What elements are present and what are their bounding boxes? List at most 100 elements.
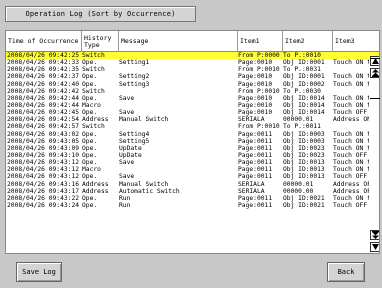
cell-time: 2008/04/26 09:43:05 — [7, 137, 80, 145]
scroll-track-marker-bottom — [370, 98, 380, 99]
cell-item1: Page:0011 — [238, 144, 273, 152]
cell-item1: SERIALA — [238, 180, 265, 188]
scroll-down-button[interactable] — [370, 242, 379, 252]
table-row[interactable]: 2008/04/26 09:43:10 Ope. UpDate Page:0011 Ob… — [6, 152, 379, 159]
table-body: 2008/04/26 09:42:25 Switch From P:0000 To P… — [6, 52, 379, 209]
table-row[interactable]: 2008/04/26 09:43:12 Ope. Save Page:0011 Obj … — [6, 173, 379, 180]
cell-item2: Obj ID:0002 — [283, 80, 325, 88]
cell-item2: Obj ID:0003 — [283, 130, 325, 138]
cell-time: 2008/04/26 09:42:25 — [7, 52, 80, 59]
table-row[interactable]: 2008/04/26 09:42:44 Ope. Save Page:0010 Obj … — [6, 95, 379, 102]
cell-time: 2008/04/26 09:43:09 — [7, 144, 80, 152]
cell-time: 2008/04/26 09:43:24 — [7, 201, 80, 209]
cell-item1: Page:0011 — [238, 173, 273, 181]
table-row[interactable]: 2008/04/26 09:42:37 Ope. Setting2 Page:0010… — [6, 73, 379, 80]
cell-history-type: Ope. — [82, 73, 98, 81]
cell-item2: Obj ID:0014 — [283, 94, 325, 102]
cell-history-type: Ope. — [82, 59, 98, 67]
table-row[interactable]: 2008/04/26 09:43:22 Ope. Run Page:0011 Obj I… — [6, 195, 379, 202]
page-down-button[interactable] — [370, 230, 379, 240]
col-header-history-type: History Type — [82, 31, 119, 52]
cell-time: 2008/04/26 09:42:35 — [7, 66, 80, 74]
cell-item2: To P.:0011 — [283, 123, 321, 131]
table-header: Time of Occurrence History Type Message … — [6, 31, 379, 52]
double-arrow-up-icon — [371, 69, 379, 77]
cell-item2: 00000.01 — [283, 116, 314, 124]
table-row[interactable]: 2008/04/26 09:42:40 Ope. Setting3 Page:0010… — [6, 81, 379, 88]
table-row[interactable]: 2008/04/26 09:42:54 Address Manual Switch S… — [6, 116, 379, 123]
cell-item1: Page:0011 — [238, 194, 273, 202]
table-row[interactable]: 2008/04/26 09:43:24 Ope. Run Page:0011 Obj I… — [6, 202, 379, 209]
cell-item3: Touch ON t — [333, 137, 369, 145]
cell-time: 2008/04/26 09:43:12 — [7, 173, 80, 181]
cell-history-type: Ope. — [82, 194, 98, 202]
cell-history-type: Switch — [82, 52, 105, 59]
cell-time: 2008/04/26 09:43:17 — [7, 187, 80, 195]
cell-item1: Page:0010 — [238, 59, 273, 67]
cell-time: 2008/04/26 09:43:02 — [7, 130, 80, 138]
table-row[interactable]: 2008/04/26 09:43:05 Ope. Setting5 Page:0011… — [6, 138, 379, 145]
cell-history-type: Ope. — [82, 144, 98, 152]
cell-item2: Obj ID:0013 — [283, 166, 325, 174]
cell-history-type: Ope. — [82, 173, 98, 181]
cell-message: Manual Switch — [119, 180, 169, 188]
cell-item2: Obj ID:0014 — [283, 101, 325, 109]
table-row[interactable]: 2008/04/26 09:43:17 Address Automatic Swit… — [6, 188, 379, 195]
cell-time: 2008/04/26 09:43:16 — [7, 180, 80, 188]
table-row[interactable]: 2008/04/26 09:42:44 Macro Page:0010 Obj ID:… — [6, 102, 379, 109]
col-header-time: Time of Occurrence — [6, 31, 82, 52]
cell-item1: Page:0011 — [238, 130, 273, 138]
cell-item1: Page:0010 — [238, 94, 273, 102]
cell-time: 2008/04/26 09:42:57 — [7, 123, 80, 131]
cell-message: Setting3 — [119, 80, 150, 88]
table-row[interactable]: 2008/04/26 09:42:33 Ope. Setting1 Page:0010… — [6, 59, 379, 66]
cell-time: 2008/04/26 09:43:22 — [7, 194, 80, 202]
cell-message: Automatic Switch — [119, 187, 180, 195]
cell-item3: Touch ON t — [333, 130, 369, 138]
cell-item2: Obj ID:0023 — [283, 151, 325, 159]
back-button[interactable]: Back — [327, 262, 365, 282]
col-header-item2: Item2 — [283, 31, 333, 52]
cell-message: Setting4 — [119, 130, 150, 138]
cell-time: 2008/04/26 09:42:54 — [7, 116, 80, 124]
arrow-down-icon — [371, 244, 379, 250]
cell-history-type: Ope. — [82, 94, 98, 102]
table-row[interactable]: 2008/04/26 09:43:02 Ope. Setting4 Page:0011… — [6, 131, 379, 138]
table-row[interactable]: 2008/04/26 09:42:45 Ope. Save Page:0010 Obj … — [6, 109, 379, 116]
scroll-track-marker-top — [370, 58, 380, 59]
table-row[interactable]: 2008/04/26 09:42:25 Switch From P:0000 To P… — [6, 52, 379, 60]
table-row[interactable]: 2008/04/26 09:43:12 Macro Page:0011 Obj ID:… — [6, 166, 379, 173]
cell-item2: Obj ID:0021 — [283, 194, 325, 202]
cell-history-type: Ope. — [82, 159, 98, 167]
cell-item1: Page:0011 — [238, 159, 273, 167]
cell-item1: Page:0011 — [238, 166, 273, 174]
page-up-button[interactable] — [370, 68, 379, 78]
cell-item1: From P:0010 — [238, 87, 280, 95]
cell-time: 2008/04/26 09:42:40 — [7, 80, 80, 88]
cell-item3: Touch ON t — [333, 194, 369, 202]
cell-item3: Touch OFF — [333, 201, 368, 209]
cell-history-type: Macro — [82, 166, 101, 174]
cell-item3: Touch ON t — [333, 101, 369, 109]
table-row[interactable]: 2008/04/26 09:43:16 Address Manual Switch S… — [6, 181, 379, 188]
cell-item1: Page:0010 — [238, 109, 273, 117]
table-row[interactable]: 2008/04/26 09:43:12 Ope. Save Page:0011 Obj … — [6, 159, 379, 166]
cell-time: 2008/04/26 09:42:42 — [7, 87, 80, 95]
save-log-button[interactable]: Save Log — [16, 262, 62, 282]
cell-message: Setting1 — [119, 59, 150, 67]
table-row[interactable]: 2008/04/26 09:42:42 Switch From P:0010 To P… — [6, 88, 379, 95]
page-title: Operation Log (Sort by Occurrence) — [5, 6, 196, 22]
table-row[interactable]: 2008/04/26 09:43:09 Ope. UpDate Page:0011 Ob… — [6, 145, 379, 152]
cell-item3: Touch OFF — [333, 151, 368, 159]
cell-message: Run — [119, 194, 131, 202]
table-row[interactable]: 2008/04/26 09:42:35 Switch From P:0010 To P… — [6, 66, 379, 73]
cell-history-type: Ope. — [82, 80, 98, 88]
cell-history-type: Ope. — [82, 137, 98, 145]
table-row[interactable]: 2008/04/26 09:42:57 Switch From P:0010 To P… — [6, 123, 379, 130]
cell-item2: Obj ID:0001 — [283, 59, 325, 67]
cell-item3: Touch ON t — [333, 73, 369, 81]
cell-item3: Touch ON t — [333, 94, 369, 102]
cell-time: 2008/04/26 09:43:10 — [7, 151, 80, 159]
cell-item3: Touch OFF — [333, 109, 368, 117]
cell-history-type: Switch — [82, 123, 105, 131]
